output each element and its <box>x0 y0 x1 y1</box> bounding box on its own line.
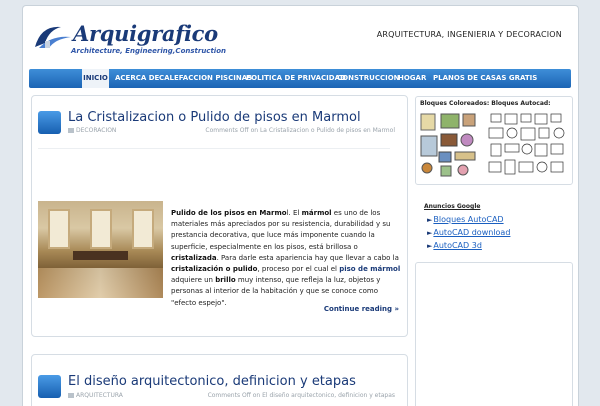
nav-item-politica[interactable]: POLITICA DE PRIVACIDAD <box>246 69 346 88</box>
arrow-right-icon: ► <box>427 242 433 250</box>
main-nav: INICIO ACERCA DE CALEFACCION PISCINAS PO… <box>29 69 571 88</box>
post-comments[interactable]: Comments Off on El diseño arquitectonico… <box>208 392 395 399</box>
divider <box>38 148 390 149</box>
sidebar-empty-widget <box>415 262 573 406</box>
ads-title: Anuncios Google <box>424 203 481 210</box>
logo-tagline: Architecture, Engineering,Construction <box>71 47 226 55</box>
widget-title: Bloques Coloreados: Bloques Autocad: <box>420 100 551 107</box>
arrow-right-icon: ► <box>427 229 433 237</box>
nav-item-calefaccion[interactable]: CALEFACCION PISCINAS <box>159 69 252 88</box>
post-title[interactable]: El diseño arquitectonico, definicion y e… <box>68 374 356 389</box>
autocad-blocks-image[interactable] <box>419 110 569 180</box>
post-card: El diseño arquitectonico, definicion y e… <box>31 354 408 406</box>
nav-item-construccion[interactable]: CONSTRUCCION <box>337 69 400 88</box>
link-piso-marmol[interactable]: piso de mármol <box>339 265 400 273</box>
nav-item-planos[interactable]: PLANOS DE CASAS GRATIS <box>433 69 537 88</box>
post-card: La Cristalizacion o Pulido de pisos en M… <box>31 95 408 337</box>
nav-item-inicio[interactable]: INICIO <box>82 69 109 88</box>
post-excerpt: Pulido de los pisos en Marmol. El mármol… <box>171 209 401 307</box>
sidebar-ads-widget: Anuncios Google ►Bloques AutoCAD ►AutoCA… <box>415 195 571 255</box>
post-category[interactable]: ARQUITECTURA <box>68 392 123 399</box>
logo-swoosh-icon <box>35 26 71 48</box>
ad-link-autocad-download[interactable]: ►AutoCAD download <box>427 228 510 237</box>
sidebar-blocks-widget: Bloques Coloreados: Bloques Autocad: <box>415 96 573 185</box>
post-comments[interactable]: Comments Off on La Cristalizacion o Puli… <box>205 127 395 134</box>
folder-icon <box>68 128 74 133</box>
post-category[interactable]: DECORACION <box>68 127 116 134</box>
post-image-marble-room[interactable] <box>38 201 163 298</box>
page-container: Arquigrafico Architecture, Engineering,C… <box>22 5 579 406</box>
post-icon <box>38 375 61 398</box>
ad-link-autocad-3d[interactable]: ►AutoCAD 3d <box>427 241 482 250</box>
site-logo[interactable]: Arquigrafico Architecture, Engineering,C… <box>31 19 226 62</box>
logo-text: Arquigrafico <box>73 21 218 46</box>
folder-icon <box>68 393 74 398</box>
post-title[interactable]: La Cristalizacion o Pulido de pisos en M… <box>68 110 361 125</box>
continue-reading-link[interactable]: Continue reading » <box>324 305 399 313</box>
ad-link-bloques-autocad[interactable]: ►Bloques AutoCAD <box>427 215 504 224</box>
site-tagline: ARQUITECTURA, INGENIERIA Y DECORACION <box>376 30 562 39</box>
nav-item-acerca[interactable]: ACERCA DE <box>115 69 159 88</box>
arrow-right-icon: ► <box>427 216 433 224</box>
nav-item-hogar[interactable]: HOGAR <box>398 69 426 88</box>
post-icon <box>38 111 61 134</box>
